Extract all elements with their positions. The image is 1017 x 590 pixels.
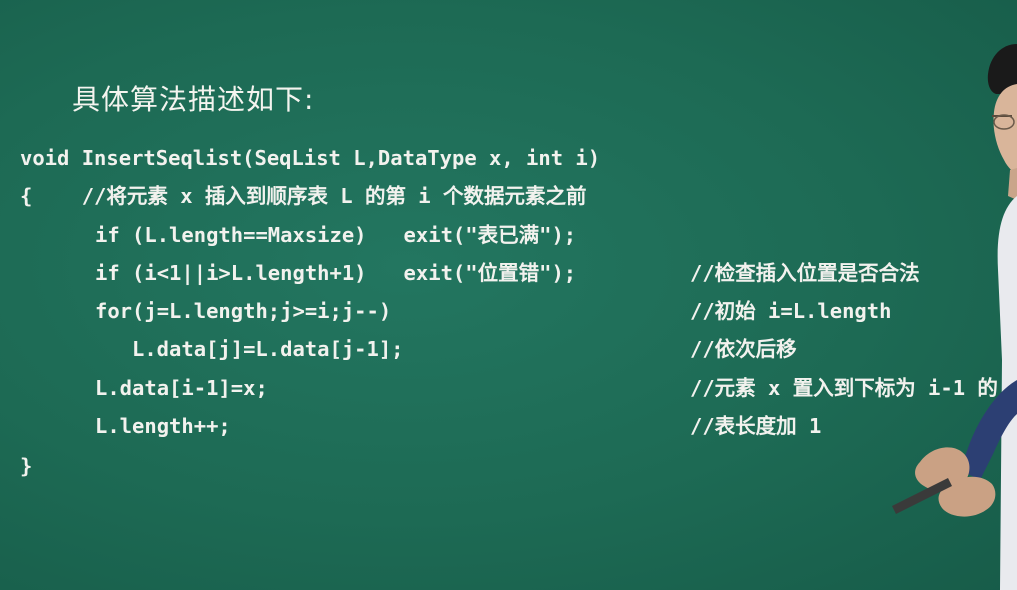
- comment-place-element: //元素 x 置入到下标为 i-1 的: [690, 376, 998, 400]
- code-line-open-brace-comment: { //将元素 x 插入到顺序表 L 的第 i 个数据元素之前: [20, 184, 587, 208]
- code-line-function-signature: void InsertSeqlist(SeqList L,DataType x,…: [20, 146, 601, 170]
- code-line-for-loop: for(j=L.length;j>=i;j--): [95, 299, 392, 323]
- code-line-close-brace: }: [20, 454, 33, 478]
- code-line-shift-element: L.data[j]=L.data[j-1];: [132, 337, 404, 361]
- code-line-insert-element: L.data[i-1]=x;: [95, 376, 268, 400]
- lecture-slide: 具体算法描述如下: void InsertSeqlist(SeqList L,D…: [0, 0, 1017, 590]
- comment-length-plus-one: //表长度加 1: [690, 414, 822, 438]
- comment-shift-back: //依次后移: [690, 337, 797, 361]
- code-line-check-full: if (L.length==Maxsize) exit("表已满");: [95, 223, 577, 247]
- comment-init-loop: //初始 i=L.length: [690, 299, 892, 323]
- code-line-check-position: if (i<1||i>L.length+1) exit("位置错");: [95, 261, 577, 285]
- slide-heading: 具体算法描述如下:: [72, 83, 315, 116]
- comment-check-position: //检查插入位置是否合法: [690, 261, 920, 285]
- code-line-increment-length: L.length++;: [95, 414, 231, 438]
